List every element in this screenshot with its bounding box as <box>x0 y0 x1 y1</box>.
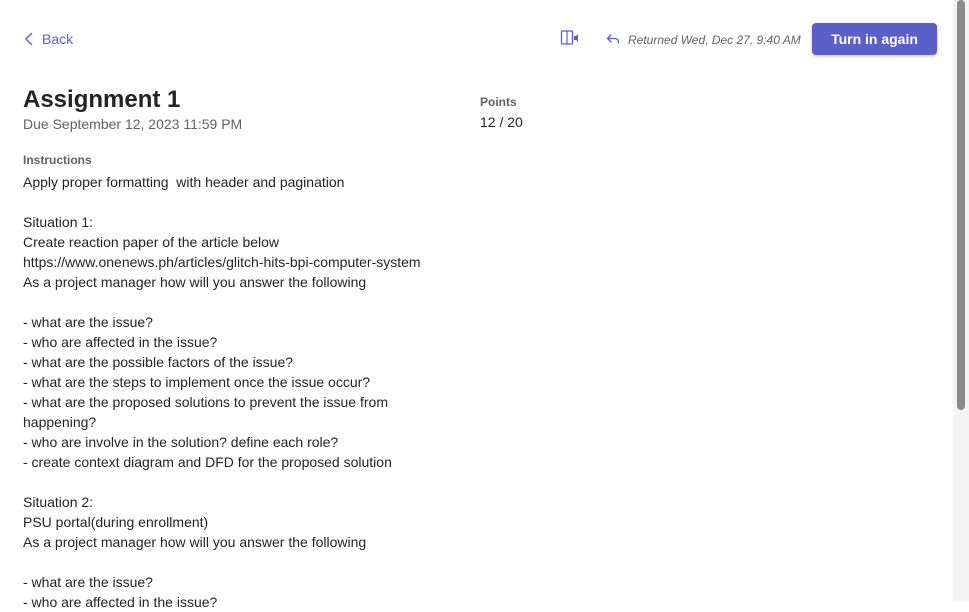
instructions-label: Instructions <box>23 153 92 167</box>
instruction-line: - what are the steps to implement once t… <box>23 374 371 390</box>
instruction-line <box>23 292 443 312</box>
assignment-title: Assignment 1 <box>23 86 181 113</box>
instruction-line: As a project manager how will you answer… <box>23 534 367 550</box>
instruction-line: - what are the issue? <box>23 314 153 330</box>
immersive-reader-button[interactable] <box>560 29 580 52</box>
points-value: 12 / 20 <box>480 114 523 130</box>
instruction-line: Apply proper formatting with header and … <box>23 174 345 190</box>
instruction-line: - create context diagram and DFD for the… <box>23 454 392 470</box>
back-label: Back <box>42 31 74 47</box>
instruction-line: - who are affected in the issue? <box>23 594 218 610</box>
scrollbar-thumb[interactable] <box>957 0 965 410</box>
instruction-line: Create reaction paper of the article bel… <box>23 234 280 250</box>
instructions-body: Apply proper formatting with header and … <box>23 172 443 612</box>
turn-in-again-button[interactable]: Turn in again <box>812 23 937 55</box>
chevron-left-icon <box>24 32 34 46</box>
instruction-line: - what are the proposed solutions to pre… <box>23 394 388 410</box>
instruction-line <box>23 192 443 212</box>
scrollbar-track[interactable] <box>953 0 969 601</box>
instruction-line: PSU portal(during enrollment) <box>23 514 209 530</box>
instruction-line: happening? <box>23 414 97 430</box>
instruction-line: - what are the issue? <box>23 574 153 590</box>
back-button[interactable]: Back <box>24 29 73 49</box>
top-bar: Back Returned Wed, Dec 27, 9:40 AM Turn … <box>0 0 953 78</box>
returned-text: Returned Wed, Dec 27, 9:40 AM <box>628 33 801 47</box>
due-date: Due September 12, 2023 11:59 PM <box>23 116 243 132</box>
instruction-line <box>23 472 443 492</box>
instruction-line: - what are the possible factors of the i… <box>23 354 294 370</box>
instruction-line: https://www.onenews.ph/articles/glitch-h… <box>23 254 421 270</box>
instruction-line: Situation 1: <box>23 214 94 230</box>
instruction-line: - who are affected in the issue? <box>23 334 218 350</box>
instruction-line: Situation 2: <box>23 494 94 510</box>
points-label: Points <box>480 95 517 109</box>
instruction-line: As a project manager how will you answer… <box>23 274 367 290</box>
instruction-line <box>23 552 443 572</box>
instruction-line: - who are involve in the solution? defin… <box>23 434 339 450</box>
returned-status: Returned Wed, Dec 27, 9:40 AM <box>606 31 801 49</box>
return-arrow-icon <box>606 33 620 48</box>
immersive-reader-icon <box>560 29 580 52</box>
